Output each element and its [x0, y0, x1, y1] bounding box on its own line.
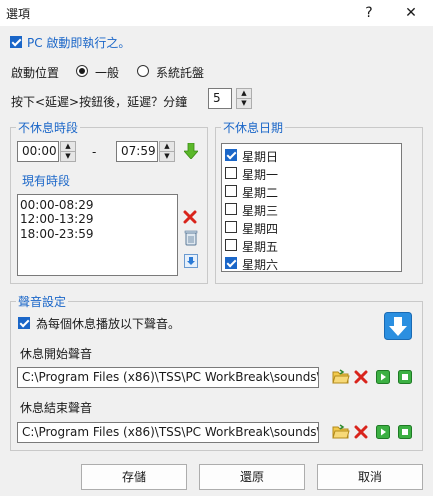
play-icon[interactable]: [376, 370, 390, 387]
run-at-startup-label: PC 啟動即執行之。: [27, 36, 131, 50]
delay-spinner[interactable]: ▲ ▼: [236, 88, 252, 109]
day-label-friday: 星期五: [242, 240, 279, 254]
day-checkbox-monday[interactable]: [225, 167, 237, 179]
download-icon[interactable]: [384, 312, 412, 343]
day-checkbox-tuesday[interactable]: [225, 185, 237, 197]
delete-sound-icon[interactable]: [354, 425, 368, 442]
day-checkbox-thursday[interactable]: [225, 221, 237, 233]
move-down-icon[interactable]: [184, 254, 198, 271]
end-time-input[interactable]: 07:59: [116, 141, 158, 162]
delay-input[interactable]: 5: [208, 88, 232, 109]
start-time-input[interactable]: 00:00: [17, 141, 59, 162]
cancel-button[interactable]: 取消: [317, 464, 423, 490]
close-button[interactable]: ✕: [398, 2, 424, 24]
recycle-bin-icon[interactable]: [184, 230, 198, 249]
restore-button[interactable]: 還原: [199, 464, 305, 490]
stop-icon[interactable]: [398, 370, 412, 387]
no-rest-period-title: 不休息時段: [16, 119, 81, 136]
no-rest-days-title: 不休息日期: [221, 119, 286, 136]
period-item[interactable]: 12:00-13:29: [20, 212, 94, 226]
existing-periods-list[interactable]: 00:00-08:29 12:00-13:29 18:00-23:59: [17, 194, 178, 276]
day-label-tuesday: 星期二: [242, 186, 279, 200]
day-label-saturday: 星期六: [242, 258, 279, 272]
end-time-spinner[interactable]: ▲ ▼: [159, 141, 175, 162]
end-sound-path[interactable]: C:\Program Files (x86)\TSS\PC WorkBreak\…: [17, 422, 319, 443]
stop-icon[interactable]: [398, 425, 412, 442]
day-checkbox-sunday[interactable]: [225, 149, 237, 161]
sound-settings-title: 聲音設定: [16, 293, 69, 310]
run-at-startup-checkbox[interactable]: [10, 36, 22, 48]
play-icon[interactable]: [376, 425, 390, 442]
day-label-sunday: 星期日: [242, 150, 279, 164]
radio-system-tray-label: 系統託盤: [156, 66, 205, 80]
delay-label: 按下<延遲>按鈕後，延遲？分鐘: [11, 95, 188, 109]
day-label-wednesday: 星期三: [242, 204, 279, 218]
play-sound-label: 為每個休息播放以下聲音。: [36, 317, 181, 331]
day-checkbox-saturday[interactable]: [225, 257, 237, 269]
delete-period-icon[interactable]: [183, 210, 197, 227]
start-time-spinner[interactable]: ▲ ▼: [60, 141, 76, 162]
period-item[interactable]: 18:00-23:59: [20, 227, 94, 241]
startup-position-label: 啟動位置: [11, 66, 60, 80]
radio-normal[interactable]: [76, 65, 88, 77]
time-separator: -: [92, 145, 97, 159]
start-sound-label: 休息開始聲音: [20, 347, 93, 361]
open-folder-icon[interactable]: [332, 369, 350, 388]
open-folder-icon[interactable]: [332, 424, 350, 443]
no-rest-days-list: 星期日 星期一 星期二 星期三 星期四 星期五 星期六: [221, 143, 402, 272]
play-sound-checkbox[interactable]: [18, 317, 30, 329]
add-period-icon[interactable]: [183, 142, 199, 162]
radio-normal-label: 一般: [95, 66, 120, 80]
delete-sound-icon[interactable]: [354, 370, 368, 387]
day-label-thursday: 星期四: [242, 222, 279, 236]
day-checkbox-friday[interactable]: [225, 239, 237, 251]
day-checkbox-wednesday[interactable]: [225, 203, 237, 215]
existing-periods-label: 現有時段: [22, 174, 71, 188]
help-button[interactable]: ?: [356, 2, 382, 24]
radio-system-tray[interactable]: [137, 65, 149, 77]
start-sound-path[interactable]: C:\Program Files (x86)\TSS\PC WorkBreak\…: [17, 367, 319, 388]
window-title: 選項: [6, 7, 31, 21]
day-label-monday: 星期一: [242, 168, 279, 182]
period-item[interactable]: 00:00-08:29: [20, 198, 94, 212]
save-button[interactable]: 存儲: [81, 464, 187, 490]
end-sound-label: 休息結束聲音: [20, 401, 93, 415]
